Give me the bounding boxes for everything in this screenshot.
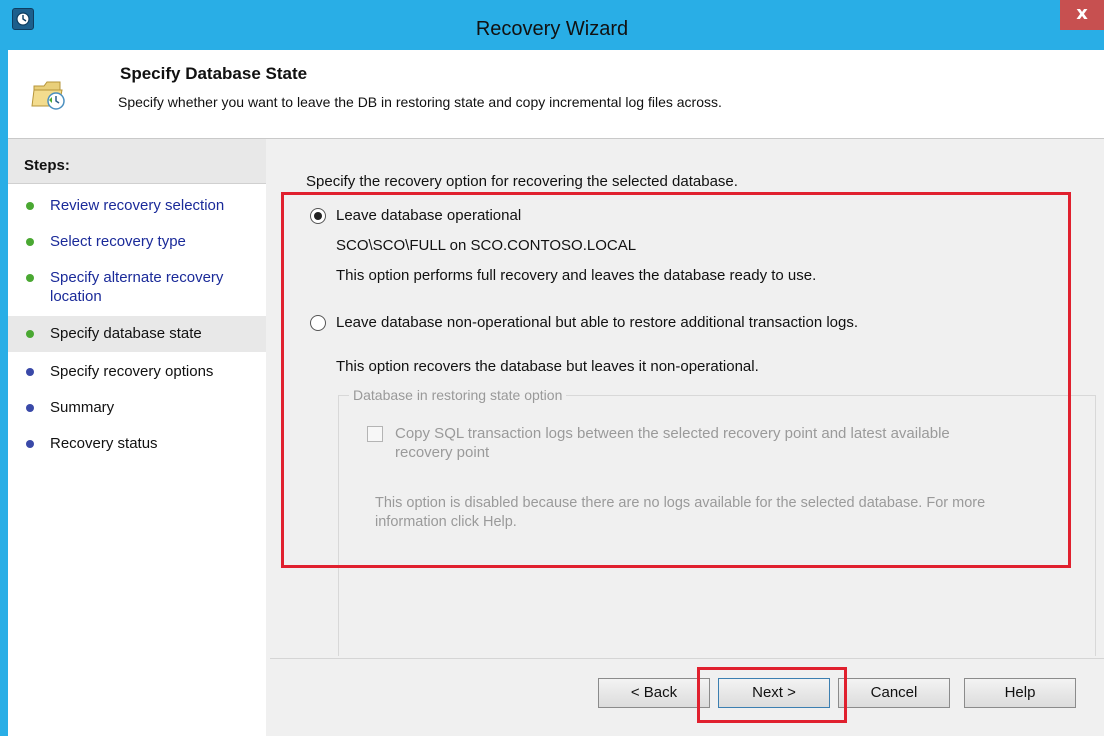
steps-header: Steps: (8, 139, 266, 184)
step-pending-bullet-icon (26, 404, 34, 412)
page-title: Specify Database State (120, 64, 308, 83)
step-label: Specify recovery options (50, 363, 214, 380)
step-recovery-status: Recovery status (8, 428, 266, 460)
step-pending-bullet-icon (26, 440, 34, 448)
button-bar-divider (270, 658, 1104, 659)
page-description: Specify whether you want to leave the DB… (118, 94, 722, 110)
step-specify-alternate-recovery-location[interactable]: Specify alternate recovery location (8, 262, 266, 312)
step-label: Specify database state (50, 325, 202, 342)
step-specify-database-state: Specify database state (8, 316, 266, 352)
help-button[interactable]: Help (964, 678, 1076, 708)
step-label[interactable]: Select recovery type (50, 232, 255, 251)
cancel-button[interactable]: Cancel (838, 678, 950, 708)
step-review-recovery-selection[interactable]: Review recovery selection (8, 190, 266, 222)
steps-heading: Steps: (24, 157, 70, 174)
step-label: Recovery status (50, 435, 158, 452)
recovery-wizard-window: Recovery Wizard x Specify Database State… (0, 0, 1104, 736)
intro-text: Specify the recovery option for recoveri… (306, 173, 738, 190)
step-done-bullet-icon (26, 330, 34, 338)
steps-panel: Review recovery selection Select recover… (8, 184, 266, 736)
window-title: Recovery Wizard (475, 18, 629, 40)
title-bar[interactable]: Recovery Wizard x (0, 0, 1104, 50)
step-done-bullet-icon (26, 274, 34, 282)
folder-clock-icon (30, 76, 70, 116)
options-highlight-box (281, 192, 1071, 568)
step-pending-bullet-icon (26, 368, 34, 376)
step-done-bullet-icon (26, 238, 34, 246)
back-button[interactable]: < Back (598, 678, 710, 708)
step-label[interactable]: Review recovery selection (50, 196, 255, 215)
step-select-recovery-type[interactable]: Select recovery type (8, 226, 266, 258)
step-done-bullet-icon (26, 202, 34, 210)
step-summary: Summary (8, 392, 266, 424)
close-button[interactable]: x (1060, 0, 1104, 30)
step-label[interactable]: Specify alternate recovery location (50, 268, 255, 306)
next-highlight-box (697, 667, 847, 723)
close-icon: x (1076, 3, 1088, 24)
step-specify-recovery-options: Specify recovery options (8, 356, 266, 388)
wizard-header: Specify Database State Specify whether y… (8, 50, 1104, 139)
step-label: Summary (50, 399, 115, 416)
